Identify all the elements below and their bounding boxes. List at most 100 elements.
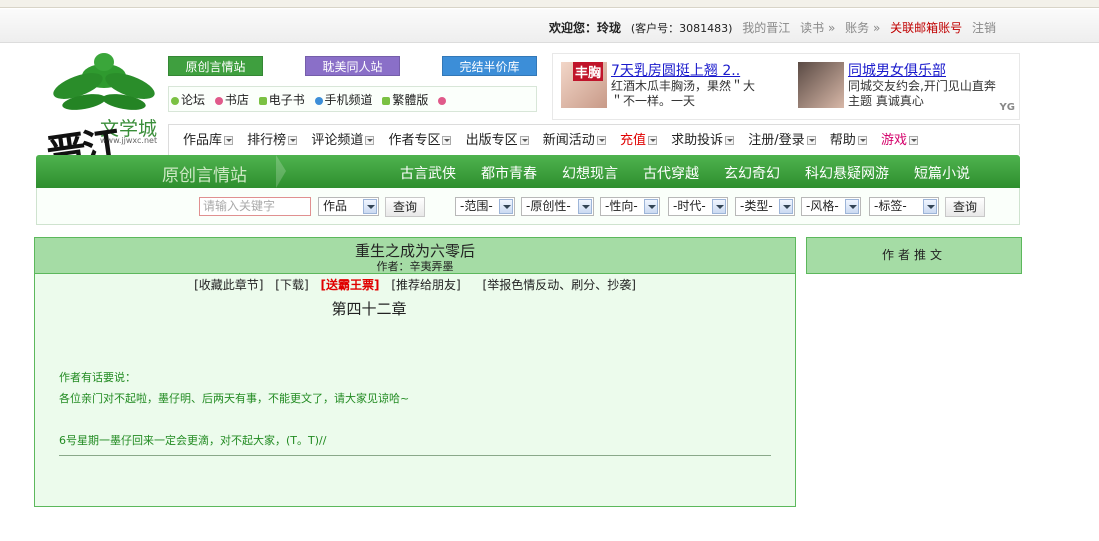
dropdown-icon bbox=[596, 136, 606, 145]
quick-link-forum[interactable]: 论坛 bbox=[171, 93, 205, 107]
category-link[interactable]: 玄幻奇幻 bbox=[724, 166, 780, 182]
select-value: -类型- bbox=[740, 199, 773, 213]
ad-logo: YG bbox=[999, 102, 1015, 113]
current-channel[interactable]: 原创言情站 bbox=[162, 161, 247, 186]
menu-label: 注册/登录 bbox=[748, 133, 805, 148]
dropdown-arrow-icon bbox=[923, 199, 937, 214]
menu-recharge[interactable]: 充值 bbox=[620, 133, 657, 148]
dropdown-icon bbox=[442, 136, 452, 145]
dropdown-icon bbox=[806, 136, 816, 145]
menu-rankings[interactable]: 排行榜 bbox=[247, 133, 298, 148]
channel-danmei-button[interactable]: 耽美同人站 bbox=[305, 56, 400, 76]
quick-link-bookstore[interactable]: 书店 bbox=[214, 93, 249, 107]
filter-search-button[interactable]: 查询 bbox=[945, 197, 985, 217]
filter-scope-select[interactable]: -范围- bbox=[455, 197, 515, 216]
dropdown-icon bbox=[365, 136, 375, 145]
menu-label: 帮助 bbox=[829, 133, 856, 148]
quick-link-traditional[interactable]: 繁體版 bbox=[382, 93, 428, 107]
menu-label: 新闻活动 bbox=[542, 133, 595, 148]
select-value: -风格- bbox=[806, 199, 839, 213]
menu-news[interactable]: 新闻活动 bbox=[543, 133, 606, 148]
quick-links: 论坛 书店 电子书 手机频道 繁體版 bbox=[168, 86, 537, 112]
menu-help[interactable]: 帮助 bbox=[830, 133, 867, 148]
author-recommend-box[interactable]: 作者推文 bbox=[806, 237, 1022, 274]
dropdown-icon bbox=[908, 136, 918, 145]
menu-label: 作品库 bbox=[183, 133, 223, 148]
ad-image bbox=[798, 62, 844, 108]
menu-games[interactable]: 游戏 bbox=[881, 133, 918, 148]
quick-link-extra[interactable] bbox=[438, 93, 448, 107]
dropdown-arrow-icon bbox=[363, 199, 377, 214]
filter-orientation-select[interactable]: -性向- bbox=[600, 197, 660, 216]
quick-link-label: 繁體版 bbox=[392, 93, 429, 107]
menu-author-zone[interactable]: 作者专区 bbox=[388, 133, 452, 148]
keyword-input[interactable]: 请输入关键字 bbox=[199, 197, 311, 216]
logout-link[interactable]: 注销 bbox=[972, 21, 996, 35]
channel-halfprice-button[interactable]: 完结半价库 bbox=[442, 56, 537, 76]
bookmarks-bar bbox=[0, 0, 1099, 8]
ad-desc: 同城交友约会,开门见山直奔主题 真诚真心 bbox=[848, 79, 996, 108]
menu-works[interactable]: 作品库 bbox=[183, 133, 234, 148]
menu-publishing[interactable]: 出版专区 bbox=[466, 133, 529, 148]
dropdown-icon bbox=[647, 136, 657, 145]
ad-panel: 丰胸 7天乳房圆挺上翘 2.. 红酒木瓜丰胸汤，果然＂大＂不一样。一天 同城男女… bbox=[552, 53, 1020, 120]
ad-item[interactable]: 同城男女俱乐部 同城交友约会,开门见山直奔主题 真诚真心 bbox=[798, 60, 1013, 116]
category-link[interactable]: 幻想现言 bbox=[562, 166, 618, 182]
site-logo[interactable]: 文学城 www.jjwxc.net 晋江 bbox=[44, 52, 164, 179]
recommend-link[interactable]: [推荐给朋友] bbox=[391, 278, 460, 292]
author-line[interactable]: 作者：辛夷弄墨 bbox=[35, 258, 795, 274]
filter-era-select[interactable]: -时代- bbox=[668, 197, 728, 216]
link-email-link[interactable]: 关联邮箱账号 bbox=[890, 21, 962, 35]
category-link[interactable]: 古言武侠 bbox=[400, 166, 456, 182]
category-link[interactable]: 都市青春 bbox=[481, 166, 537, 182]
filter-style-select[interactable]: -风格- bbox=[801, 197, 861, 216]
filter-type-select[interactable]: -类型- bbox=[735, 197, 795, 216]
author-note-line: 各位亲门对不起啦，墨仔明、后两天有事，不能更文了，请大家见谅哈~ bbox=[59, 392, 410, 405]
menu-label: 求助投诉 bbox=[671, 133, 724, 148]
menu-help-complaint[interactable]: 求助投诉 bbox=[671, 133, 735, 148]
dropdown-icon bbox=[519, 136, 529, 145]
select-value: 作品 bbox=[323, 199, 348, 213]
chapter-actions: [收藏此章节] [下载] [送霸王票] [推荐给朋友] [举报色情反动、刷分、抄… bbox=[35, 276, 795, 293]
search-type-select[interactable]: 作品 bbox=[318, 197, 379, 216]
chapter-title: 第四十二章 bbox=[331, 300, 407, 318]
user-bar: 欢迎您：玲珑 (客户号：3081483) 我的晋江 读书 » 账务 » 关联邮箱… bbox=[0, 9, 1099, 43]
dropdown-arrow-icon bbox=[712, 199, 726, 214]
bookmark-chapter-link[interactable]: [收藏此章节] bbox=[194, 278, 263, 292]
menu-label: 作者专区 bbox=[388, 133, 441, 148]
dropdown-arrow-icon bbox=[845, 199, 859, 214]
search-row: 请输入关键字 作品 查询 -范围- -原创性- -性向- -时代- -类型- -… bbox=[36, 188, 1020, 225]
customer-id: (客户号：3081483) bbox=[630, 22, 733, 35]
channel-romance-button[interactable]: 原创言情站 bbox=[168, 56, 263, 76]
filter-tag-select[interactable]: -标签- bbox=[869, 197, 939, 216]
category-link[interactable]: 古代穿越 bbox=[643, 166, 699, 182]
quick-link-ebook[interactable]: 电子书 bbox=[258, 93, 305, 107]
menu-reviews[interactable]: 评论频道 bbox=[311, 133, 375, 148]
my-jjwxc-link[interactable]: 我的晋江 bbox=[742, 21, 790, 35]
category-links: 古言武侠 都市青春 幻想现言 古代穿越 玄幻奇幻 科幻悬疑网游 短篇小说 bbox=[400, 163, 995, 183]
category-link[interactable]: 科幻悬疑网游 bbox=[805, 166, 889, 182]
select-value: -时代- bbox=[673, 199, 706, 213]
quick-link-mobile[interactable]: 手机频道 bbox=[314, 93, 373, 107]
username[interactable]: 玲珑 bbox=[597, 21, 621, 35]
dropdown-icon bbox=[725, 136, 735, 145]
account-link[interactable]: 账务 » bbox=[845, 21, 880, 35]
dropdown-arrow-icon bbox=[499, 199, 513, 214]
quick-link-label: 电子书 bbox=[268, 93, 305, 107]
report-link[interactable]: [举报色情反动、刷分、抄袭] bbox=[483, 278, 636, 292]
filter-originality-select[interactable]: -原创性- bbox=[521, 197, 594, 216]
welcome-text: 欢迎您： bbox=[549, 21, 598, 35]
category-link[interactable]: 短篇小说 bbox=[914, 166, 970, 182]
select-value: -范围- bbox=[460, 199, 493, 213]
menu-register-login[interactable]: 注册/登录 bbox=[748, 133, 816, 148]
send-ticket-link[interactable]: [送霸王票] bbox=[321, 278, 380, 292]
ad-title[interactable]: 同城男女俱乐部 bbox=[848, 60, 946, 80]
download-link[interactable]: [下载] bbox=[275, 278, 308, 292]
ad-item[interactable]: 丰胸 7天乳房圆挺上翘 2.. 红酒木瓜丰胸汤，果然＂大＂不一样。一天 bbox=[561, 60, 781, 116]
search-button[interactable]: 查询 bbox=[385, 197, 425, 217]
menu-label: 排行榜 bbox=[247, 133, 287, 148]
select-value: -标签- bbox=[874, 199, 907, 213]
quick-link-label: 论坛 bbox=[181, 93, 206, 107]
ad-title[interactable]: 7天乳房圆挺上翘 2.. bbox=[611, 60, 740, 80]
read-book-link[interactable]: 读书 » bbox=[800, 21, 835, 35]
